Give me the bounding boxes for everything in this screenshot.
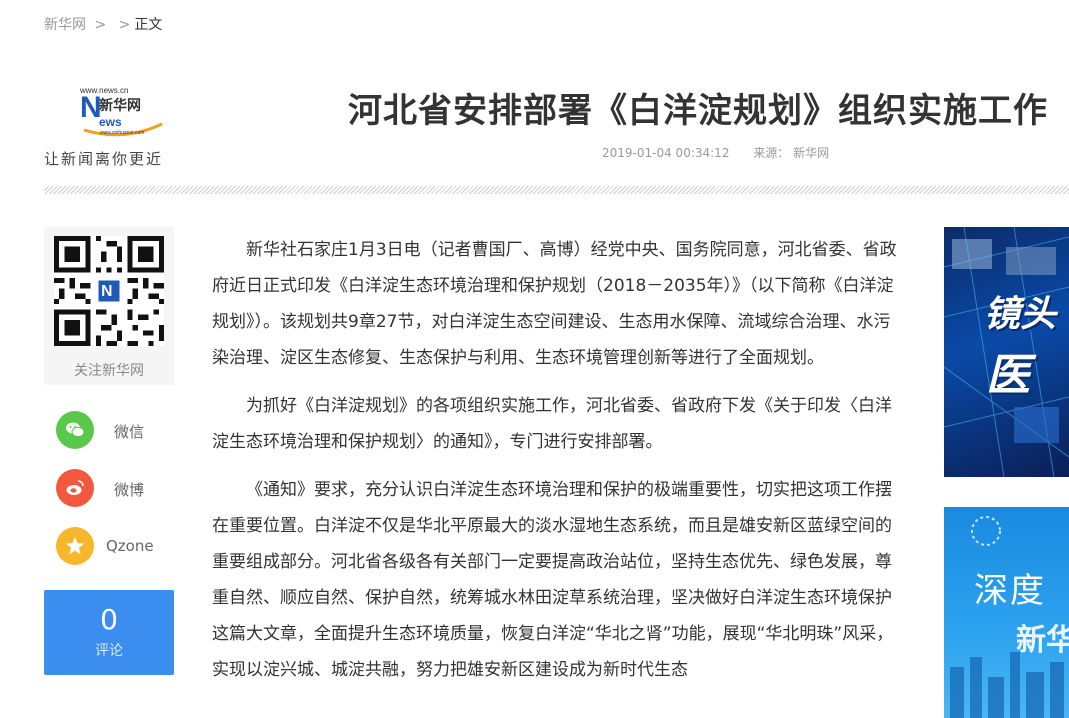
comment-button[interactable]: 0 评论 xyxy=(44,590,174,675)
share-wechat-button[interactable]: 微信 xyxy=(56,411,176,449)
side-banner-ad-2[interactable]: 深度 新华 xyxy=(944,507,1069,718)
breadcrumb-separator: > xyxy=(94,17,107,33)
header-divider xyxy=(44,186,1069,194)
comment-label: 评论 xyxy=(95,643,123,659)
qr-code-panel: N 关注新华网 xyxy=(44,227,174,385)
share-qzone-label: Qzone xyxy=(106,537,154,555)
logo-url-small: www.xinhuanet.com xyxy=(100,130,144,136)
ad-2-text-2: 新华 xyxy=(1016,623,1069,658)
qzone-icon xyxy=(56,527,94,565)
share-wechat-label: 微信 xyxy=(114,423,145,441)
share-weibo-label: 微博 xyxy=(114,481,145,499)
article-body: 新华社石家庄1月3日电（记者曹国厂、高博）经党中央、国务院同意，河北省委、省政府… xyxy=(212,232,902,700)
weibo-icon xyxy=(56,469,94,507)
logo-slogan: 让新闻离你更近 xyxy=(44,150,164,168)
comment-count: 0 xyxy=(100,603,118,636)
xinhua-logo[interactable]: www.news.cn N 新华网 ews www.xinhuanet.com … xyxy=(44,86,184,170)
svg-text:N: N xyxy=(101,283,112,300)
qr-code-image: N xyxy=(54,236,164,346)
article-source: 来源： 新华网 xyxy=(753,146,830,160)
breadcrumb-home-link[interactable]: 新华网 xyxy=(44,17,86,33)
publish-date: 2019-01-04 00:34:12 xyxy=(602,146,730,160)
ad-2-text: 深度 xyxy=(974,571,1046,611)
article-paragraph: 《通知》要求，充分认识白洋淀生态环境治理和保护的极端重要性，切实把这项工作摆在重… xyxy=(212,480,894,680)
wechat-icon xyxy=(56,411,94,449)
svg-text:ews: ews xyxy=(99,115,122,129)
article-paragraph: 为抓好《白洋淀规划》的各项组织实施工作，河北省委、省政府下发《关于印发〈白洋淀生… xyxy=(212,396,892,452)
share-weibo-button[interactable]: 微博 xyxy=(56,469,176,507)
breadcrumb: 新华网 > > 正文 xyxy=(44,14,162,34)
ad-1-text: 镜头 xyxy=(984,294,1057,335)
qr-label: 关注新华网 xyxy=(74,363,144,379)
side-banner-ad-1[interactable]: 镜头 医 xyxy=(944,227,1069,477)
article-paragraph: 新华社石家庄1月3日电（记者曹国厂、高博）经党中央、国务院同意，河北省委、省政府… xyxy=(212,240,897,368)
logo-brand-text: 新华网 xyxy=(99,97,141,114)
ad-1-text-2: 医 xyxy=(986,350,1030,401)
breadcrumb-current: 正文 xyxy=(134,17,163,33)
ad-2-pattern xyxy=(950,516,1064,718)
page-title: 河北省安排部署《白洋淀规划》组织实施工作 xyxy=(348,91,1048,131)
xinhua-logo-mark: www.news.cn N 新华网 ews www.xinhuanet.com xyxy=(79,86,163,137)
breadcrumb-separator: > xyxy=(118,17,131,33)
share-qzone-button[interactable]: Qzone xyxy=(56,527,176,565)
article-meta: 2019-01-04 00:34:12 来源： 新华网 xyxy=(602,144,829,161)
